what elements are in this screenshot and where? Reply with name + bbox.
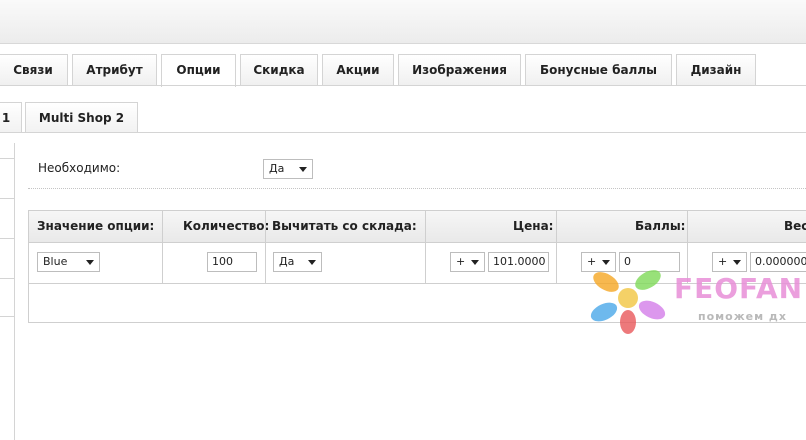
header-weight: Вес xyxy=(784,219,806,233)
required-select[interactable]: Да xyxy=(263,159,313,179)
top-bar xyxy=(0,0,806,44)
required-label: Необходимо: xyxy=(38,161,121,175)
weight-prefix-value: + xyxy=(718,255,728,268)
weight-input[interactable]: 0.000000 xyxy=(750,252,806,272)
header-price: Цена: xyxy=(513,219,554,233)
column-divider xyxy=(162,211,163,283)
left-panel-separator xyxy=(0,278,14,279)
tab-attribute[interactable]: Атрибут xyxy=(72,54,157,85)
tab-links[interactable]: Связи xyxy=(0,54,68,85)
left-panel-separator xyxy=(0,158,14,159)
header-option-value: Значение опции: xyxy=(37,219,155,233)
option-value-select[interactable]: Blue xyxy=(37,252,100,272)
column-divider xyxy=(425,211,426,283)
watermark-logo-icon xyxy=(590,270,666,334)
header-quantity: Количество: xyxy=(183,219,270,233)
tab-discount[interactable]: Скидка xyxy=(240,54,318,85)
price-prefix-value: + xyxy=(456,255,466,268)
price-prefix-select[interactable]: + xyxy=(450,252,485,272)
chevron-down-icon xyxy=(733,260,741,265)
required-select-value: Да xyxy=(269,162,285,175)
dotted-divider xyxy=(28,188,806,189)
tab-promotions[interactable]: Акции xyxy=(322,54,394,85)
quantity-input[interactable]: 100 xyxy=(207,252,257,272)
option-value-select-value: Blue xyxy=(43,255,68,268)
weight-prefix-select[interactable]: + xyxy=(712,252,747,272)
tab-design[interactable]: Дизайн xyxy=(676,54,756,85)
tab-images[interactable]: Изображения xyxy=(398,54,521,85)
subtab-multi-shop-2[interactable]: Multi Shop 2 xyxy=(25,102,138,132)
chevron-down-icon xyxy=(299,167,307,172)
tab-options[interactable]: Опции xyxy=(161,54,236,87)
header-subtract-stock: Вычитать со склада: xyxy=(272,219,417,233)
subtract-stock-select[interactable]: Да xyxy=(273,252,322,272)
chevron-down-icon xyxy=(308,260,316,265)
watermark-title: FEOFAN xyxy=(674,272,804,305)
subtab-store-1[interactable]: 1 xyxy=(0,102,22,132)
price-input[interactable]: 101.0000 xyxy=(488,252,549,272)
chevron-down-icon xyxy=(86,260,94,265)
column-divider xyxy=(556,211,557,283)
option-values-table: Значение опции: Количество: Вычитать со … xyxy=(28,210,806,323)
left-option-list xyxy=(0,143,15,440)
chevron-down-icon xyxy=(471,260,479,265)
tabs-divider xyxy=(0,85,806,86)
tab-bonus-points[interactable]: Бонусные баллы xyxy=(525,54,672,85)
watermark-subtitle: поможем дх xyxy=(698,310,787,323)
left-panel-separator xyxy=(0,198,14,199)
header-points: Баллы: xyxy=(635,219,686,233)
left-panel-separator xyxy=(0,238,14,239)
left-panel-separator xyxy=(0,316,14,317)
subtract-stock-select-value: Да xyxy=(279,255,295,268)
subtabs-divider xyxy=(0,132,806,133)
column-divider xyxy=(265,211,266,283)
